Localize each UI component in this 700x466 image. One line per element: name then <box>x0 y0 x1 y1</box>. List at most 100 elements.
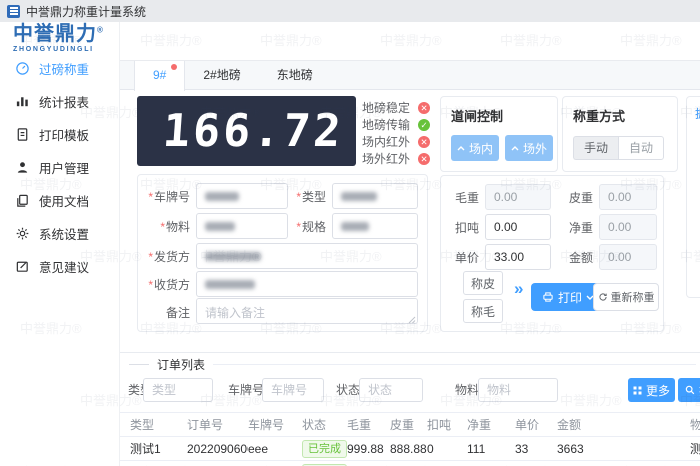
mode-panel-title: 称重方式 <box>573 106 677 125</box>
edit-icon <box>15 259 30 274</box>
price-input[interactable] <box>485 244 551 270</box>
chevron-up-icon <box>457 146 465 151</box>
more-button[interactable]: 更多 <box>628 378 675 402</box>
indicator-scale-transmit: 地磅传输 ✓ <box>362 116 430 133</box>
status-indicators: 地磅稳定 ✕ 地磅传输 ✓ 场内红外 ✕ 场外红外 ✕ <box>362 99 430 167</box>
chevron-up-icon <box>511 146 519 151</box>
alert-dot <box>171 64 177 70</box>
gate-outside-button[interactable]: 场外 <box>505 135 553 161</box>
capture-panel-title[interactable]: 抓拍 <box>695 105 700 122</box>
sidebar-item-reports[interactable]: 统计报表 <box>0 86 119 116</box>
sidebar-item-docs[interactable]: 使用文档 <box>0 185 119 215</box>
remark-textarea[interactable] <box>196 298 418 324</box>
gross-input[interactable] <box>485 184 551 210</box>
gross-label: 毛重 <box>449 189 479 206</box>
mode-auto-option[interactable]: 自动 <box>618 136 664 160</box>
gate-inside-button[interactable]: 场内 <box>451 135 499 161</box>
tare-input[interactable] <box>599 184 657 210</box>
masked-value <box>205 252 261 261</box>
scale-tabbar: 9# 2#地磅 东地磅 <box>120 60 700 90</box>
filter-plate-label: 车牌号 <box>228 378 264 402</box>
search-button[interactable]: 搜索 <box>678 378 700 402</box>
amount-input[interactable] <box>599 244 657 270</box>
bar-chart-icon <box>15 94 30 109</box>
weigh-mode-panel: 称重方式 手动 自动 <box>562 96 678 172</box>
price-label: 单价 <box>449 249 479 266</box>
document-icon <box>15 127 30 142</box>
sidebar-item-weighing[interactable]: 过磅称重 <box>0 53 119 83</box>
sender-input[interactable] <box>196 243 418 269</box>
receiver-label: *收货方 <box>144 276 196 293</box>
masked-value <box>341 192 377 201</box>
section-separator <box>120 352 700 353</box>
indicator-infrared-inside: 场内红外 ✕ <box>362 133 430 150</box>
material-input[interactable] <box>196 213 288 239</box>
resize-handle-icon[interactable] <box>408 316 416 324</box>
printer-icon <box>542 291 554 303</box>
spec-input[interactable] <box>332 213 418 239</box>
tab-scale-2[interactable]: 2#地磅 <box>185 61 258 91</box>
mode-manual-option[interactable]: 手动 <box>573 136 618 160</box>
cross-circle-icon: ✕ <box>418 102 430 114</box>
sidebar-item-print-template[interactable]: 打印模板 <box>0 119 119 149</box>
cross-circle-icon: ✕ <box>418 153 430 165</box>
weigh-tare-button[interactable]: 称皮 <box>463 271 503 295</box>
gear-icon <box>15 226 30 241</box>
sidebar-item-feedback[interactable]: 意见建议 <box>0 251 119 281</box>
status-badge: 已完成 <box>302 440 347 458</box>
receiver-input[interactable] <box>196 271 418 297</box>
orders-section-divider: 订单列表 <box>120 357 700 371</box>
remark-label: 备注 <box>144 304 196 321</box>
weight-values-panel: 毛重 皮重 扣吨 净重 单价 金额 称皮 称毛 » 打印 重新称重 <box>440 175 664 332</box>
indicator-infrared-outside: 场外红外 ✕ <box>362 150 430 167</box>
masked-value <box>205 280 255 289</box>
cross-circle-icon: ✕ <box>418 136 430 148</box>
tare-label: 皮重 <box>563 189 593 206</box>
grid-icon <box>633 386 642 395</box>
gate-control-panel: 道闸控制 场内 场外 <box>440 96 558 172</box>
mode-radio-group: 手动 自动 <box>573 136 677 160</box>
deduct-input[interactable] <box>485 214 551 240</box>
deduct-label: 扣吨 <box>449 219 479 236</box>
app-title: 中誉鼎力称重计量系统 <box>26 3 146 20</box>
refresh-icon <box>598 292 608 302</box>
table-row[interactable]: 测试1 202209060002 eee 已完成 999.88 888.88 0… <box>120 461 700 466</box>
vehicle-form-panel: *车牌号 *类型 *物料 *规格 *发货方 *收货方 备注 <box>137 174 428 332</box>
orders-section-title: 订单列表 <box>157 356 205 373</box>
reweigh-button[interactable]: 重新称重 <box>593 283 659 311</box>
filter-plate-input[interactable] <box>262 378 324 402</box>
brand-logo-subtext: ZHONGYUDINGLI <box>13 46 119 53</box>
app-window: 中誉鼎力称重计量系统 中誉鼎力® ZHONGYUDINGLI 过磅称重 统计报表… <box>0 0 700 466</box>
user-icon <box>15 160 30 175</box>
filter-type-input[interactable] <box>143 378 213 402</box>
weigh-gross-button[interactable]: 称毛 <box>463 299 503 323</box>
weight-value: 166.72 <box>162 104 346 157</box>
masked-value <box>205 222 235 231</box>
spec-label: *规格 <box>292 218 332 235</box>
sender-label: *发货方 <box>144 248 196 265</box>
gate-panel-title: 道闸控制 <box>451 106 557 125</box>
remark-field <box>196 298 418 327</box>
sidebar-item-settings[interactable]: 系统设置 <box>0 218 119 248</box>
type-input[interactable] <box>332 183 418 209</box>
plate-input[interactable] <box>196 183 288 209</box>
orders-table-header: 类型 订单号 车牌号 状态 毛重 皮重 扣吨 净重 单价 金额 物料 <box>120 412 700 437</box>
table-row[interactable]: 测试1 202209060002 eee 已完成 999.88 888.88 0… <box>120 437 700 461</box>
double-chevron-icon: » <box>514 279 523 299</box>
filter-material-input[interactable] <box>478 378 558 402</box>
amount-label: 金额 <box>563 249 593 266</box>
search-icon <box>685 385 695 395</box>
weight-led-display: 166.72 <box>137 96 356 166</box>
indicator-scale-stable: 地磅稳定 ✕ <box>362 99 430 116</box>
tab-scale-9[interactable]: 9# <box>134 61 185 91</box>
sidebar-item-users[interactable]: 用户管理 <box>0 152 119 182</box>
app-logo-icon <box>7 5 20 18</box>
tab-scale-east[interactable]: 东地磅 <box>259 61 331 91</box>
check-circle-icon: ✓ <box>418 119 430 131</box>
net-input[interactable] <box>599 214 657 240</box>
sidebar-menu: 过磅称重 统计报表 打印模板 用户管理 使用文档 系统设置 <box>0 53 119 284</box>
filter-status-input[interactable] <box>359 378 423 402</box>
plate-label: *车牌号 <box>144 188 196 205</box>
material-label: *物料 <box>144 218 196 235</box>
brand-logo: 中誉鼎力® ZHONGYUDINGLI <box>0 22 119 53</box>
